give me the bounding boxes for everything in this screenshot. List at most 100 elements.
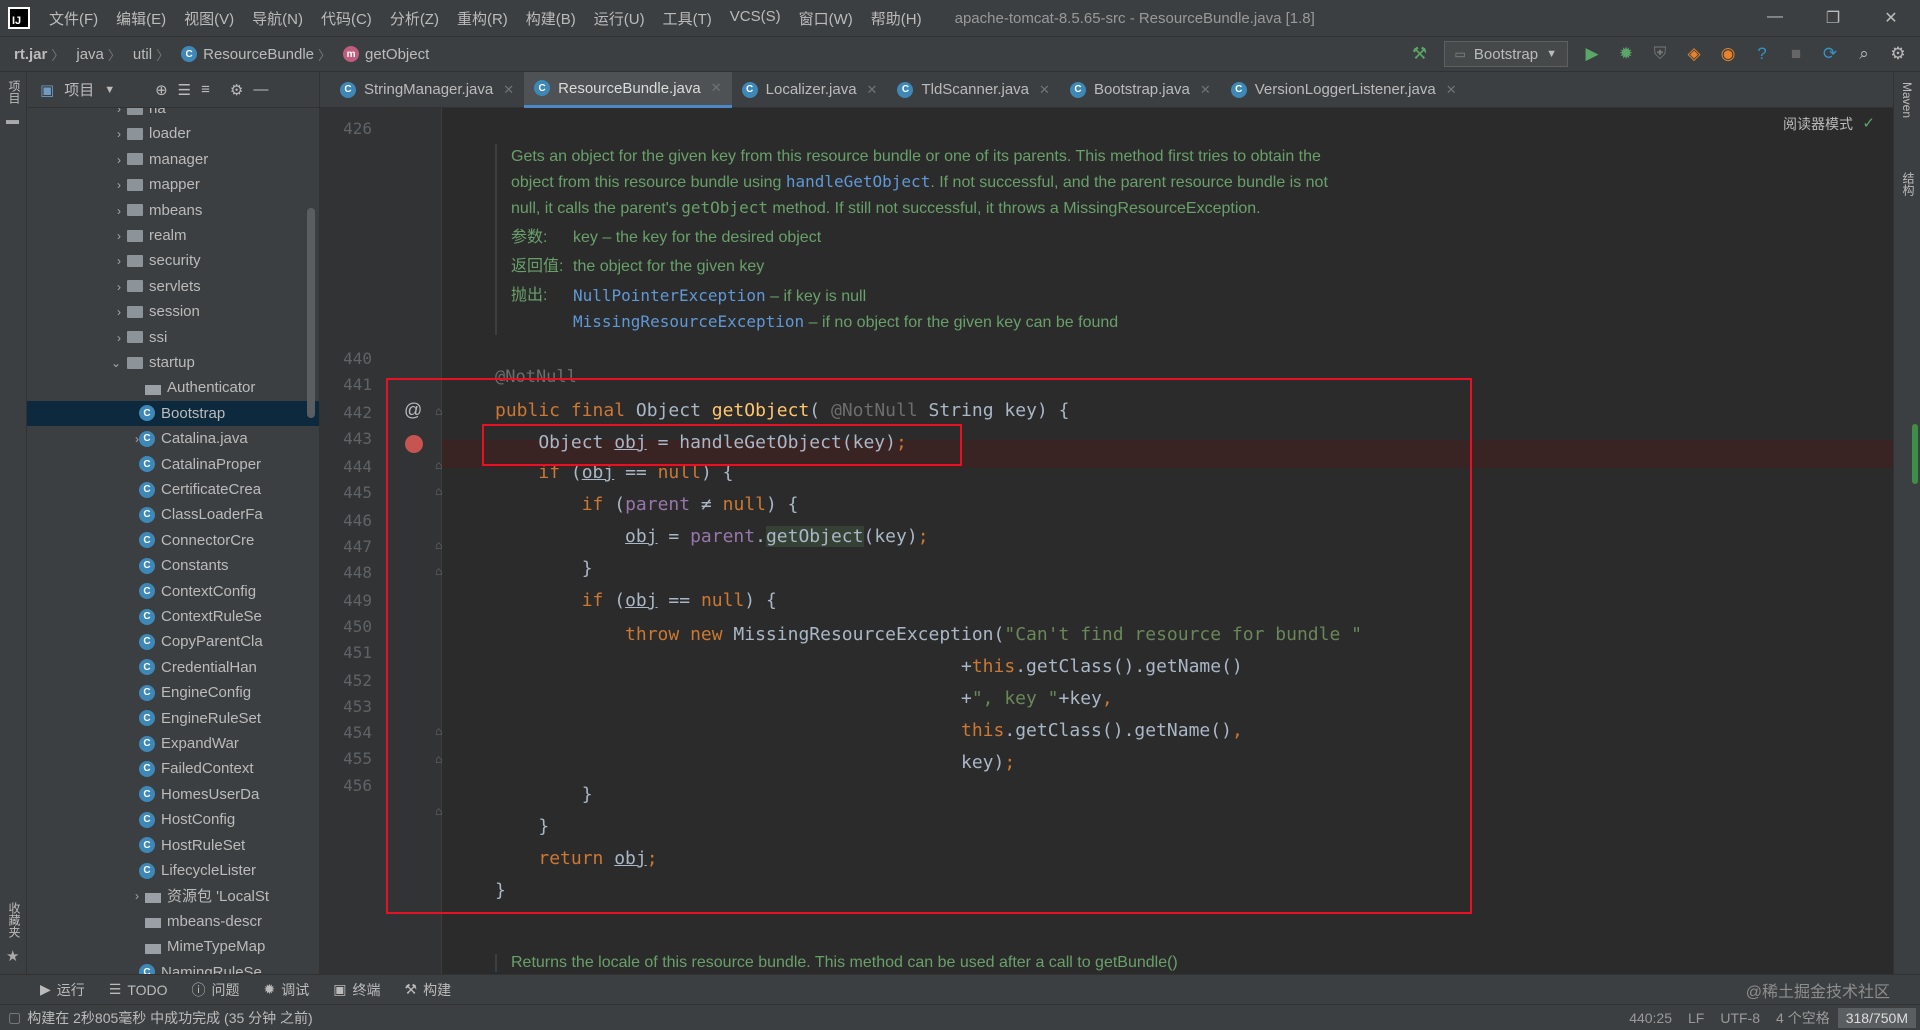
breadcrumb-jar[interactable]: rt.jar xyxy=(0,46,51,63)
gear-icon[interactable]: ⚙ xyxy=(1888,44,1908,64)
menu-item[interactable]: 文件(F) xyxy=(40,8,107,29)
editor-tab[interactable]: C TldScanner.java ✕ xyxy=(887,72,1059,108)
editor-tab[interactable]: C Bootstrap.java ✕ xyxy=(1060,72,1221,108)
toolwindow-run[interactable]: ▶ 运行 xyxy=(28,980,97,1000)
tree-item[interactable]: C ExpandWar xyxy=(27,731,319,756)
menu-item[interactable]: 分析(Z) xyxy=(381,8,448,29)
expand-arrow-icon[interactable]: › xyxy=(117,178,121,192)
expand-arrow-icon[interactable]: › xyxy=(117,305,121,319)
doc-link-mre[interactable]: MissingResourceException xyxy=(573,312,804,331)
close-icon[interactable]: ✕ xyxy=(503,82,514,98)
line-separator[interactable]: LF xyxy=(1680,1010,1712,1026)
reader-mode-toggle[interactable]: 阅读器模式 xyxy=(1783,114,1853,134)
attach-profiler-icon[interactable]: ◉ xyxy=(1718,44,1738,64)
project-tool-button[interactable]: 项目 xyxy=(6,80,23,104)
expand-arrow-icon[interactable]: › xyxy=(117,331,121,345)
gear-icon[interactable]: ⚙ xyxy=(230,81,243,99)
tree-item[interactable]: › realm xyxy=(27,223,319,248)
search-icon[interactable]: ⌕ xyxy=(1854,44,1874,64)
expand-arrow-icon[interactable]: › xyxy=(117,280,121,294)
tree-item[interactable]: › mapper xyxy=(27,172,319,197)
close-icon[interactable]: ✕ xyxy=(1039,82,1050,98)
coverage-icon[interactable]: ⛨ xyxy=(1650,44,1670,64)
expand-arrow-icon[interactable]: › xyxy=(117,153,121,167)
stop-icon[interactable]: ■ xyxy=(1786,44,1806,64)
editor-tab[interactable]: C Localizer.java ✕ xyxy=(732,72,888,108)
breadcrumb-util[interactable]: util xyxy=(121,46,156,63)
tree-item[interactable]: C CopyParentCla xyxy=(27,629,319,654)
menu-item[interactable]: 构建(B) xyxy=(517,8,585,29)
favorites-tool-button[interactable]: 收藏夹 xyxy=(6,902,23,938)
tree-item[interactable]: C Constants xyxy=(27,553,319,578)
expand-arrow-icon[interactable]: › xyxy=(135,889,139,903)
tree-item[interactable]: MimeTypeMap xyxy=(27,934,319,959)
structure-tool-button[interactable]: 结构 xyxy=(1900,172,1917,196)
menu-item[interactable]: VCS(S) xyxy=(721,8,790,29)
toolwindow-debug[interactable]: ✹ 调试 xyxy=(252,980,322,1000)
tree-scrollbar[interactable] xyxy=(307,208,315,418)
close-icon[interactable]: ✕ xyxy=(867,82,878,98)
tree-item[interactable]: C LifecycleLister xyxy=(27,858,319,883)
expand-arrow-icon[interactable]: › xyxy=(117,108,121,116)
tree-item[interactable]: C ContextRuleSe xyxy=(27,604,319,629)
breadcrumb-java[interactable]: java xyxy=(64,46,108,63)
tree-item[interactable]: C ContextConfig xyxy=(27,579,319,604)
tree-item[interactable]: › mbeans xyxy=(27,198,319,223)
close-icon[interactable]: ✕ xyxy=(1862,8,1920,28)
tree-item[interactable]: C CredentialHan xyxy=(27,655,319,680)
tree-item[interactable]: › loader xyxy=(27,121,319,146)
tree-item[interactable]: Authenticator xyxy=(27,375,319,400)
tree-item[interactable]: ⌄ startup xyxy=(27,350,319,375)
maven-tool-button[interactable]: Maven xyxy=(1900,82,1914,118)
tree-item[interactable]: › manager xyxy=(27,147,319,172)
tree-item[interactable]: › security xyxy=(27,248,319,273)
doc-link-npe[interactable]: NullPointerException xyxy=(573,286,766,305)
locate-icon[interactable]: ⊕ xyxy=(155,81,168,99)
scrollbar-marker[interactable] xyxy=(1912,424,1918,484)
menu-item[interactable]: 视图(V) xyxy=(175,8,243,29)
menu-item[interactable]: 工具(T) xyxy=(654,8,721,29)
chevron-down-icon[interactable]: ▼ xyxy=(104,84,115,96)
tree-item[interactable]: C FailedContext xyxy=(27,756,319,781)
editor-tab[interactable]: C StringManager.java ✕ xyxy=(330,72,524,108)
menu-item[interactable]: 运行(U) xyxy=(585,8,654,29)
expand-arrow-icon[interactable]: › xyxy=(117,254,121,268)
menu-item[interactable]: 代码(C) xyxy=(312,8,381,29)
doc-link-handlegetobject[interactable]: handleGetObject xyxy=(786,172,931,191)
tree-item[interactable]: C HostRuleSet xyxy=(27,833,319,858)
tree-item[interactable]: C HomesUserDa xyxy=(27,782,319,807)
help-icon[interactable]: ? xyxy=(1752,44,1772,64)
close-icon[interactable]: ✕ xyxy=(1200,82,1211,98)
tree-item[interactable]: › servlets xyxy=(27,274,319,299)
minimize-icon[interactable]: — xyxy=(1746,8,1804,28)
tree-item[interactable]: C ConnectorCre xyxy=(27,528,319,553)
editor-tab[interactable]: C ResourceBundle.java ✕ xyxy=(524,71,732,108)
file-encoding[interactable]: UTF-8 xyxy=(1712,1010,1768,1026)
tree-item[interactable]: › 资源包 'LocalSt xyxy=(27,883,319,908)
tree-item[interactable]: C HostConfig xyxy=(27,807,319,832)
update-icon[interactable]: ⟳ xyxy=(1820,44,1840,64)
expand-arrow-icon[interactable]: › xyxy=(117,127,121,141)
close-icon[interactable]: ✕ xyxy=(1446,82,1457,98)
collapse-all-icon[interactable]: ≡ xyxy=(201,81,210,98)
tree-item[interactable]: C CertificateCrea xyxy=(27,477,319,502)
breadcrumb-class[interactable]: C ResourceBundle xyxy=(169,46,318,63)
editor-tab[interactable]: C VersionLoggerListener.java ✕ xyxy=(1221,72,1467,108)
tree-item[interactable]: C EngineRuleSet xyxy=(27,706,319,731)
tree-item[interactable]: › session xyxy=(27,299,319,324)
tree-item[interactable]: C Bootstrap xyxy=(27,400,319,426)
tree-item[interactable]: C EngineConfig xyxy=(27,680,319,705)
expand-arrow-icon[interactable]: › xyxy=(117,204,121,218)
caret-position[interactable]: 440:25 xyxy=(1621,1010,1680,1026)
menu-item[interactable]: 窗口(W) xyxy=(790,8,862,29)
menu-item[interactable]: 导航(N) xyxy=(243,8,312,29)
expand-arrow-icon[interactable]: › xyxy=(117,229,121,243)
tree-item[interactable]: mbeans-descr xyxy=(27,909,319,934)
profile-icon[interactable]: ◈ xyxy=(1684,44,1704,64)
indent-setting[interactable]: 4 个空格 xyxy=(1768,1008,1838,1028)
run-icon[interactable]: ▶ xyxy=(1582,44,1602,64)
debug-icon[interactable]: ✹ xyxy=(1616,44,1636,64)
close-icon[interactable]: ✕ xyxy=(711,80,722,96)
tree-item[interactable]: › na xyxy=(27,108,319,121)
menu-item[interactable]: 帮助(H) xyxy=(862,8,931,29)
